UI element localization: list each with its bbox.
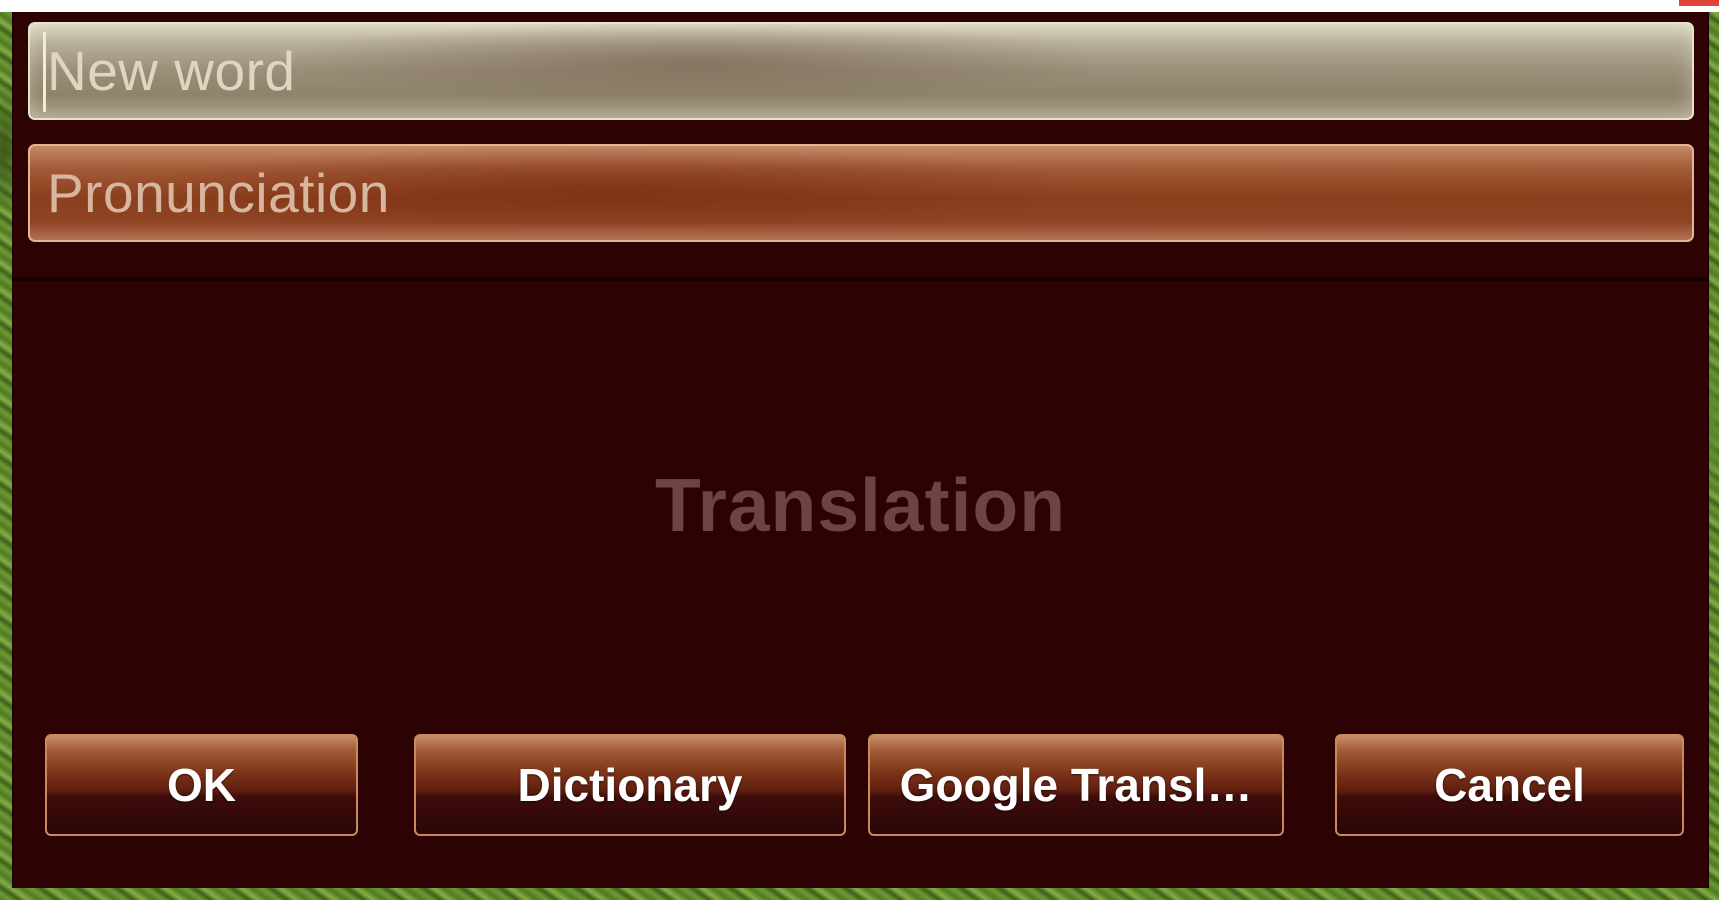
cancel-button[interactable]: Cancel (1335, 734, 1684, 836)
google-translate-button[interactable]: Google Transl… (868, 734, 1284, 836)
new-word-input[interactable]: New word (28, 22, 1694, 120)
pronunciation-input[interactable]: Pronunciation (28, 144, 1694, 242)
google-translate-button-label: Google Transl… (899, 759, 1253, 811)
dictionary-button[interactable]: Dictionary (414, 734, 846, 836)
pronunciation-placeholder: Pronunciation (47, 162, 390, 224)
add-word-dialog: New word Pronunciation Translation OK Di… (12, 12, 1709, 888)
fields-divider (13, 277, 1708, 281)
ok-button[interactable]: OK (45, 734, 358, 836)
text-caret (43, 32, 46, 112)
window-top-strip (0, 0, 1719, 12)
cancel-button-label: Cancel (1434, 759, 1585, 811)
translation-placeholder: Translation (654, 462, 1067, 547)
ok-button-label: OK (167, 759, 236, 811)
translation-textarea[interactable]: Translation (13, 282, 1708, 727)
window-close-corner[interactable] (1679, 0, 1719, 6)
new-word-placeholder: New word (47, 40, 296, 102)
dictionary-button-label: Dictionary (517, 759, 743, 811)
